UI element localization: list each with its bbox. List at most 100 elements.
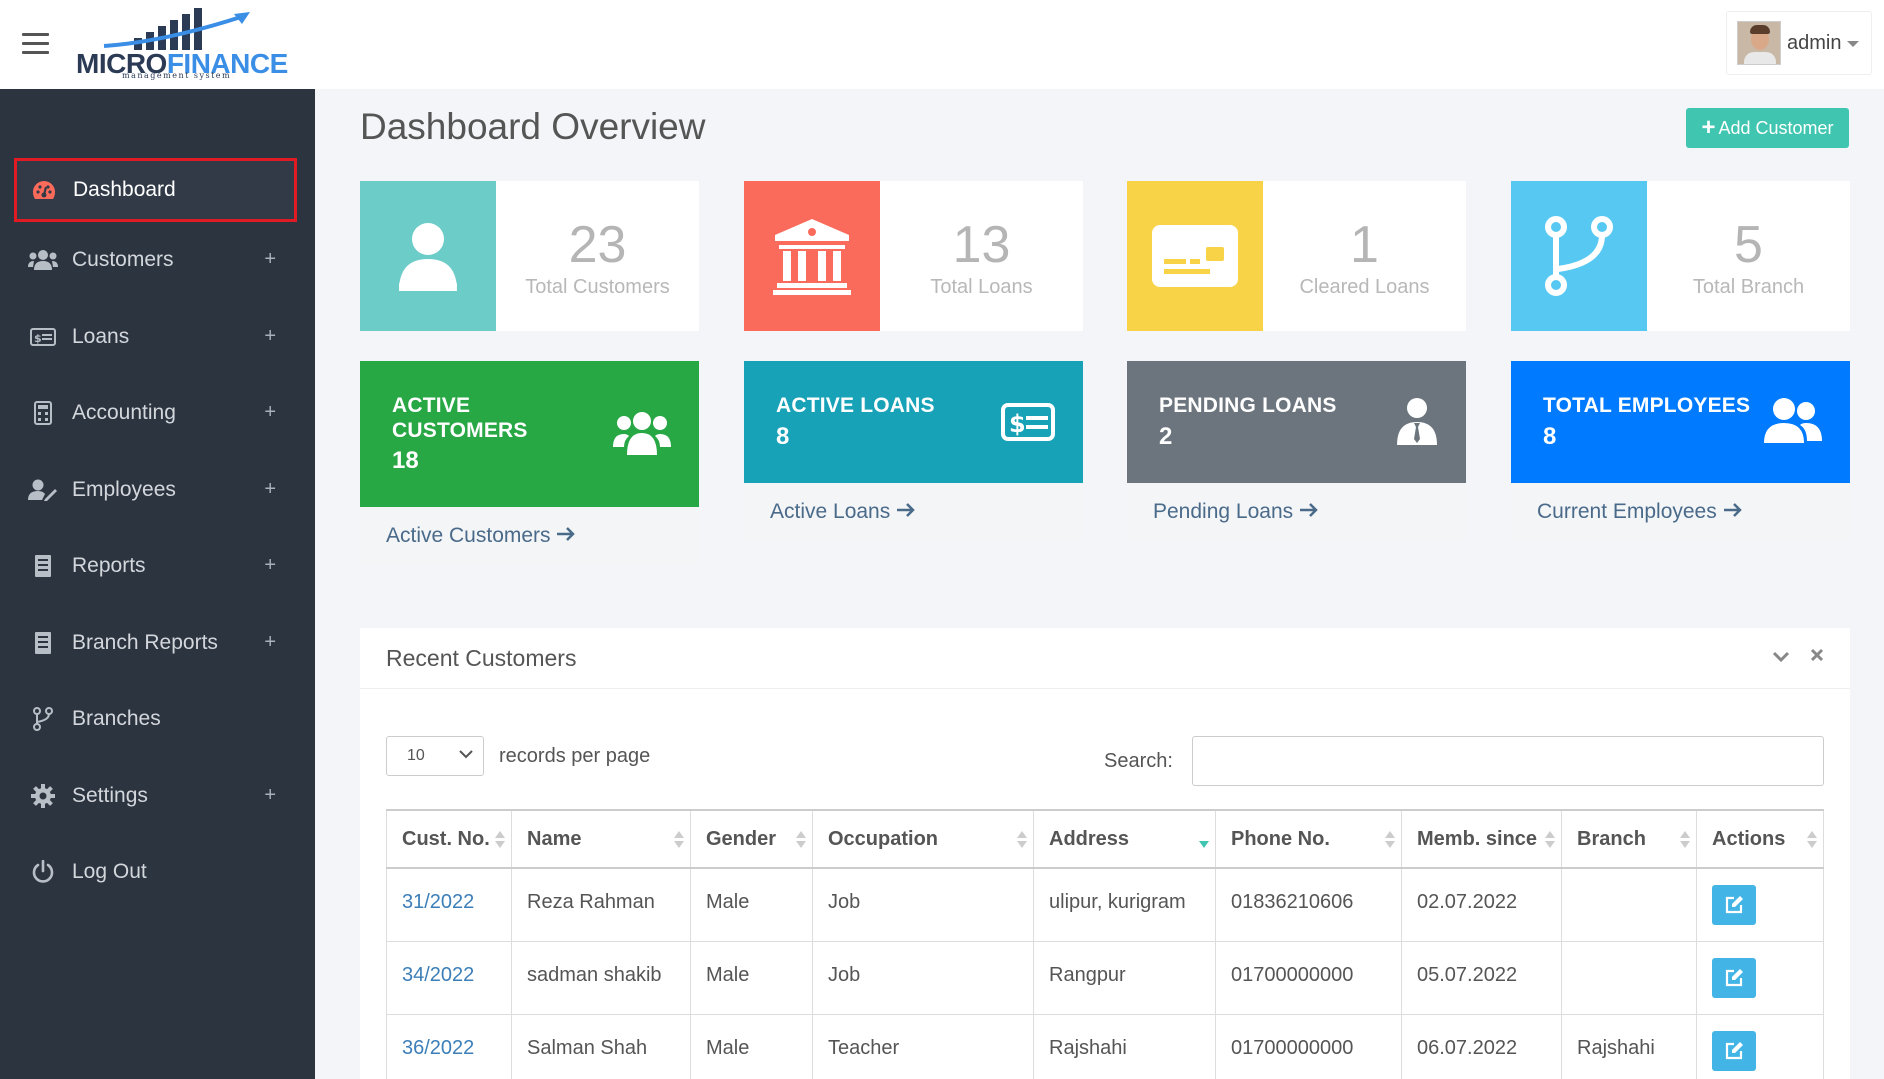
sort-icon (674, 831, 684, 851)
report-icon (28, 629, 58, 657)
power-icon (28, 858, 58, 886)
cell-name: Salman Shah (511, 1013, 691, 1079)
divider (360, 688, 1850, 689)
sidebar-item-label: Settings (72, 784, 148, 807)
user-icon (399, 223, 457, 291)
card-title: TOTAL EMPLOYEES (1543, 394, 1751, 417)
page-title: Dashboard Overview (360, 106, 706, 147)
chevron-down-icon (459, 750, 473, 759)
add-customer-label: Add Customer (1718, 117, 1834, 138)
arrow-right-icon (897, 503, 915, 517)
chevron-down-icon[interactable] (1772, 646, 1790, 669)
sort-icon (1385, 831, 1395, 851)
money-bill-icon: $ (28, 323, 58, 351)
sidebar-item-label: Branch Reports (72, 631, 218, 654)
sidebar-item-label: Customers (72, 248, 174, 271)
column-header-member-since[interactable]: Memb. since (1401, 809, 1562, 869)
column-header-occupation[interactable]: Occupation (812, 809, 1034, 869)
stat-value: 13 (952, 216, 1011, 274)
users-icon (613, 409, 671, 460)
active-loans-link[interactable]: Active Loans (770, 500, 916, 524)
dashboard-icon (29, 176, 59, 204)
sidebar-item-label: Reports (72, 554, 146, 577)
column-header-name[interactable]: Name (511, 809, 691, 869)
sidebar-item-dashboard[interactable]: Dashboard (14, 158, 297, 222)
sidebar-item-label: Dashboard (73, 178, 176, 201)
stat-value: 5 (1734, 216, 1763, 274)
search-input[interactable] (1192, 736, 1824, 786)
card-footer: Active Customers (360, 507, 699, 564)
cell-gender: Male (690, 940, 813, 1015)
cell-member-since: 05.07.2022 (1401, 940, 1562, 1015)
expand-icon: + (264, 325, 276, 347)
edit-icon (1725, 896, 1743, 914)
cell-member-since: 02.07.2022 (1401, 867, 1562, 942)
user-menu[interactable]: admin (1726, 11, 1872, 75)
card-value: 18 (392, 447, 419, 474)
arrow-right-icon (557, 527, 576, 541)
pending-loans-link[interactable]: Pending Loans (1153, 500, 1319, 524)
stat-icon-box (1127, 181, 1263, 331)
column-header-actions[interactable]: Actions (1696, 809, 1824, 869)
sort-icon (1017, 831, 1027, 851)
card-value: 2 (1159, 423, 1173, 450)
cell-phone: 01836210606 (1215, 867, 1402, 942)
stat-total-customers: 23 Total Customers (360, 181, 699, 331)
hamburger-menu-icon[interactable] (22, 33, 49, 55)
cell-address: Rangpur (1033, 940, 1216, 1015)
money-bill-icon: $ (1001, 403, 1055, 446)
card-header: ACTIVE LOANS 8 $ (744, 361, 1083, 483)
stat-value: 23 (568, 216, 627, 274)
edit-button[interactable] (1712, 1030, 1756, 1071)
sidebar-item-loans[interactable]: $ Loans + (14, 307, 294, 367)
card-footer: Current Employees (1511, 483, 1850, 540)
card-title: ACTIVE CUSTOMERS (392, 394, 528, 442)
avatar (1737, 21, 1781, 65)
sidebar-item-logout[interactable]: Log Out (14, 842, 294, 902)
card-title: ACTIVE LOANS (776, 394, 935, 417)
column-header-gender[interactable]: Gender (690, 809, 813, 869)
sidebar-item-branches[interactable]: Branches (14, 689, 294, 749)
stat-icon-box (1511, 181, 1647, 331)
expand-icon: + (264, 248, 276, 270)
current-employees-link[interactable]: Current Employees (1537, 500, 1743, 524)
cell-occupation: Job (812, 940, 1034, 1015)
card-total-employees: TOTAL EMPLOYEES 8 Current Employees (1511, 361, 1850, 540)
edit-button[interactable] (1712, 957, 1756, 998)
add-customer-button[interactable]: + Add Customer (1686, 108, 1849, 148)
card-value: 8 (1543, 423, 1557, 450)
column-header-phone[interactable]: Phone No. (1215, 809, 1402, 869)
active-customers-link[interactable]: Active Customers (386, 524, 576, 548)
edit-button[interactable] (1712, 885, 1756, 925)
sort-icon (1680, 831, 1690, 851)
column-header-branch[interactable]: Branch (1561, 809, 1697, 869)
sidebar-item-accounting[interactable]: Accounting + (14, 383, 294, 443)
sidebar-item-branch-reports[interactable]: Branch Reports + (14, 613, 294, 673)
records-per-page-select[interactable]: 10 (386, 736, 484, 776)
cell-actions (1696, 867, 1824, 942)
logo-subtitle: management system (122, 71, 232, 80)
sidebar-item-label: Branches (72, 707, 161, 730)
column-header-address[interactable]: Address (1033, 809, 1216, 869)
expand-icon: + (264, 784, 276, 806)
card-pending-loans: PENDING LOANS 2 Pending Loans (1127, 361, 1466, 540)
cell-occupation: Job (812, 867, 1034, 942)
column-header-cust-no[interactable]: Cust. No. (386, 809, 512, 869)
cell-branch (1561, 940, 1697, 1015)
cell-cust-no[interactable]: 34/2022 (386, 940, 512, 1015)
recent-customers-panel: Recent Customers 10 records per page Sea… (360, 628, 1850, 1079)
sidebar-item-employees[interactable]: Employees + (14, 460, 294, 520)
cell-cust-no[interactable]: 31/2022 (386, 867, 512, 942)
close-icon[interactable] (1810, 645, 1824, 668)
stat-value: 1 (1350, 216, 1379, 274)
cell-member-since: 06.07.2022 (1401, 1013, 1562, 1079)
cell-cust-no[interactable]: 36/2022 (386, 1013, 512, 1079)
sidebar-item-label: Employees (72, 478, 176, 501)
sidebar-item-reports[interactable]: Reports + (14, 536, 294, 596)
sidebar-item-settings[interactable]: Settings + (14, 766, 294, 826)
logo[interactable]: MICROFINANCE management system (74, 4, 288, 82)
sidebar-item-customers[interactable]: Customers + (14, 230, 294, 290)
sort-icon (495, 831, 505, 851)
stat-icon-box (360, 181, 496, 331)
cell-occupation: Teacher (812, 1013, 1034, 1079)
